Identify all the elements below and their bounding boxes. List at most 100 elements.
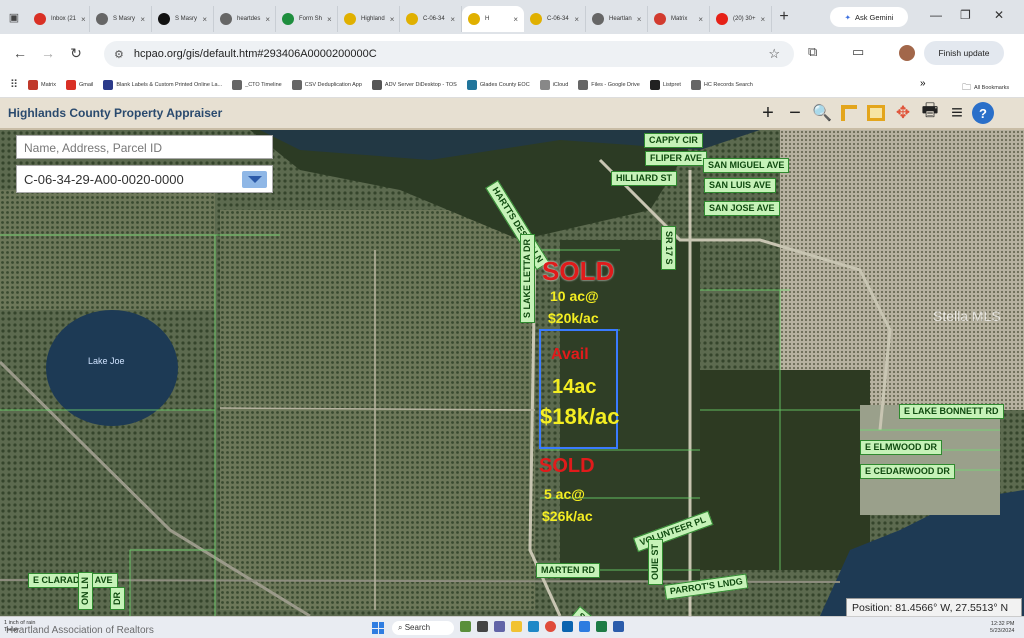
bookmark-item[interactable]: HC Records Search	[690, 79, 753, 90]
word-icon[interactable]	[613, 621, 624, 632]
browser-tab[interactable]: Inbox (21 ×	[28, 6, 90, 32]
task-view-icon[interactable]	[477, 621, 488, 632]
browser-tab[interactable]: Highland ×	[338, 6, 400, 32]
all-bookmarks[interactable]: 🗀 All Bookmarks	[962, 80, 1009, 96]
bookmark-label: Listpret	[662, 81, 681, 88]
globe-icon	[96, 13, 108, 25]
clock-time: 12:32 PM	[990, 621, 1015, 627]
bookmark-star-icon[interactable]: ☆	[768, 46, 780, 62]
search-input[interactable]: Name, Address, Parcel ID	[16, 135, 273, 159]
avail-label: Avail	[551, 346, 589, 363]
help-icon[interactable]: ?	[972, 102, 994, 124]
close-tab-icon[interactable]: ×	[81, 15, 86, 24]
browser-tab[interactable]: S Masry ×	[152, 6, 214, 32]
bookmark-item[interactable]: ADV Server DiDesktop - TOS	[371, 79, 457, 90]
menu-icon[interactable]: ≡	[945, 100, 969, 126]
label-icon	[103, 79, 114, 90]
site-info-icon[interactable]: ⚙	[114, 48, 124, 61]
zoom-out-icon[interactable]: −	[783, 100, 807, 126]
file-explorer-icon[interactable]	[511, 621, 522, 632]
browser-tab[interactable]: heartdes ×	[214, 6, 276, 32]
more-bookmarks-icon[interactable]: »	[920, 78, 926, 89]
pan-icon[interactable]: ✥	[891, 100, 915, 126]
bookmark-label: ADV Server DiDesktop - TOS	[384, 81, 457, 88]
windows-start-icon[interactable]	[372, 622, 384, 634]
taskbar-clock[interactable]: 12:32 PM 5/23/2024	[990, 621, 1014, 635]
browser-tab[interactable]: (20) 30+ ×	[710, 6, 772, 32]
browser-tab[interactable]: Matrix ×	[648, 6, 710, 32]
reload-icon[interactable]: ↻	[62, 45, 90, 62]
close-tab-icon[interactable]: ×	[140, 15, 145, 24]
browser-tab[interactable]: H ×	[462, 6, 524, 32]
ask-gemini-button[interactable]: ✦ Ask Gemini	[830, 7, 908, 27]
browser-tab[interactable]: Heartlan ×	[586, 6, 648, 32]
close-tab-icon[interactable]: ×	[761, 15, 766, 24]
close-tab-icon[interactable]: ×	[637, 15, 642, 24]
folder-icon: 🗀	[962, 82, 972, 92]
bookmark-item[interactable]: Blank Labels & Custom Printed Online La.…	[103, 79, 222, 90]
app-header: Highlands County Property Appraiser + − …	[0, 98, 1024, 130]
bookmark-item[interactable]: _CTO Timeline	[232, 79, 282, 90]
bookmark-item[interactable]: iCloud	[539, 79, 569, 90]
tab-label: heartdes	[237, 16, 261, 22]
close-tab-icon[interactable]: ×	[513, 15, 518, 24]
apps-grid-icon[interactable]: ⠿	[0, 78, 28, 91]
tab-search-icon[interactable]: ▣	[0, 11, 28, 24]
top-parcel-price: $20k/ac	[548, 310, 599, 326]
sheets-icon	[282, 13, 294, 25]
close-tab-icon[interactable]: ×	[450, 15, 455, 24]
clock-date: 5/23/2024	[990, 628, 1015, 634]
browser-tab[interactable]: C-06-34 ×	[524, 6, 586, 32]
bookmark-label: CSV Deduplication App	[304, 81, 362, 88]
back-icon[interactable]: ←	[6, 45, 34, 61]
taskbar-search[interactable]: ⌕ Search	[392, 621, 454, 635]
bookmark-item[interactable]: Listpret	[649, 79, 681, 90]
chevron-down-icon[interactable]	[242, 171, 267, 188]
edge-icon[interactable]	[528, 621, 539, 632]
extensions-icon[interactable]: ⧉	[808, 44, 817, 60]
restore-icon[interactable]: ❐	[960, 8, 971, 22]
teams-icon[interactable]	[494, 621, 505, 632]
browser-tab[interactable]: C-06-34 ×	[400, 6, 462, 32]
store-icon[interactable]	[579, 621, 590, 632]
minimize-icon[interactable]: —	[930, 8, 942, 22]
address-bar[interactable]: ⚙ hcpao.org/gis/default.htm#293406A00002…	[104, 41, 794, 67]
bookmark-item[interactable]: Glades County EOC	[466, 79, 530, 90]
new-tab-button[interactable]: +	[772, 8, 796, 26]
browser-tab[interactable]: S Masry ×	[90, 6, 152, 32]
close-tab-icon[interactable]: ×	[265, 15, 270, 24]
close-tab-icon[interactable]: ×	[390, 15, 395, 24]
lake-label: Lake Joe	[88, 356, 125, 366]
close-tab-icon[interactable]: ×	[327, 15, 332, 24]
close-tab-icon[interactable]: ×	[574, 15, 579, 24]
close-tab-icon[interactable]: ×	[202, 15, 207, 24]
forward-icon[interactable]: →	[34, 45, 62, 61]
close-window-icon[interactable]: ✕	[994, 8, 1004, 22]
zoom-box-icon[interactable]: 🔍	[810, 100, 834, 126]
close-tab-icon[interactable]: ×	[698, 15, 703, 24]
soccer-icon	[649, 79, 660, 90]
gmail-icon	[34, 13, 46, 25]
select-area-icon[interactable]	[864, 100, 888, 126]
zoom-in-icon[interactable]: +	[756, 100, 780, 126]
excel-icon[interactable]	[596, 621, 607, 632]
browser-tab[interactable]: Form Sh ×	[276, 6, 338, 32]
bookmark-item[interactable]: Matrix	[28, 79, 56, 90]
tab-label: (20) 30+	[733, 16, 756, 22]
measure-icon[interactable]	[837, 100, 861, 126]
pawprint-icon	[344, 13, 356, 25]
widgets-icon[interactable]	[460, 621, 471, 632]
bookmark-item[interactable]: Files - Google Drive	[578, 79, 640, 90]
profile-avatar[interactable]	[899, 45, 915, 61]
chrome-icon[interactable]	[545, 621, 556, 632]
bookmark-label: iCloud	[552, 81, 569, 88]
gmail-icon	[65, 79, 76, 90]
bookmark-item[interactable]: Gmail	[65, 79, 93, 90]
parcel-select[interactable]: C-06-34-29-A00-0020-0000	[16, 165, 273, 193]
finish-update-button[interactable]: Finish update	[924, 41, 1004, 65]
tab-manager-icon[interactable]: ▭	[852, 44, 864, 60]
gemini-icon: ✦	[844, 12, 851, 22]
print-icon[interactable]: 🖶	[918, 100, 942, 126]
bookmark-item[interactable]: CSV Deduplication App	[291, 79, 362, 90]
outlook-icon[interactable]	[562, 621, 573, 632]
